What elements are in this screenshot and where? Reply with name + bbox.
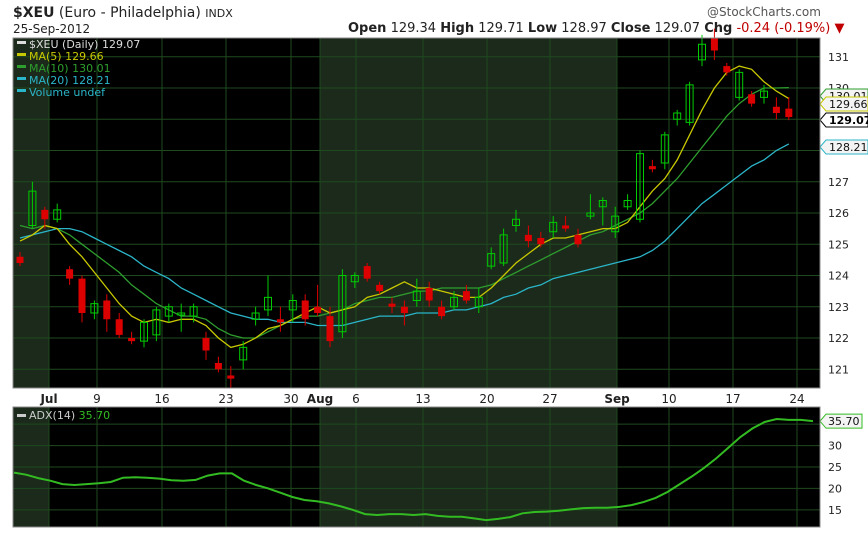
x-tick-label: 17 — [725, 392, 740, 406]
candle-body-down — [710, 38, 718, 51]
candle-body-down — [438, 306, 446, 317]
y-tick-label: 125 — [828, 238, 849, 251]
candle-body-down — [301, 300, 309, 320]
x-tick-label: 23 — [218, 392, 233, 406]
candle-body-down — [41, 209, 49, 220]
adx-legend: ADX(14) 35.70 — [29, 409, 110, 422]
x-tick-label: 20 — [479, 392, 494, 406]
adx-y-tick-label: 30 — [828, 440, 842, 453]
legend-swatch — [17, 414, 26, 417]
candle-body-down — [202, 338, 210, 351]
x-tick-label: 30 — [283, 392, 298, 406]
candle-body-down — [78, 278, 86, 313]
candle-body-down — [425, 288, 433, 301]
adx-legend-value: 35.70 — [79, 409, 111, 422]
candle-body-down — [227, 375, 235, 379]
y-tick-label: 121 — [828, 363, 849, 376]
candle-body-down — [562, 225, 570, 229]
y-tick-label: 123 — [828, 301, 849, 314]
value-tag-label: 128.21 — [829, 141, 868, 154]
y-tick-label: 126 — [828, 207, 849, 220]
y-tick-label: 127 — [828, 176, 849, 189]
candle-body-down — [400, 306, 408, 313]
candle-body-down — [115, 319, 123, 335]
y-tick-label: 122 — [828, 332, 849, 345]
legend-swatch — [17, 89, 26, 92]
candle-body-down — [723, 66, 731, 73]
candle-body-down — [363, 266, 371, 279]
candle-body-down — [214, 363, 222, 370]
candle-body-down — [785, 108, 793, 118]
adx-y-tick-label: 20 — [828, 482, 842, 495]
candle-body-down — [388, 303, 396, 307]
adx-y-tick-label: 15 — [828, 504, 842, 517]
candle-body-down — [103, 300, 111, 320]
x-tick-label: 13 — [415, 392, 430, 406]
legend-swatch — [17, 65, 26, 68]
candle-body-down — [574, 234, 582, 245]
candle-body-down — [748, 94, 756, 104]
candle-body-down — [128, 338, 136, 342]
candle-body-down — [537, 238, 545, 245]
x-tick-label: 10 — [661, 392, 676, 406]
x-tick-label: 27 — [542, 392, 557, 406]
x-tick-label: Sep — [604, 392, 630, 406]
adx-y-tick-label: 25 — [828, 461, 842, 474]
value-tag-label: 129.66 — [829, 98, 868, 111]
candle-body-down — [66, 269, 74, 279]
candle-body-down — [276, 319, 284, 323]
legend-swatch — [17, 41, 26, 44]
value-tag-label: 129.07 — [829, 114, 868, 127]
candle-body-down — [648, 166, 656, 170]
candle-body-down — [326, 316, 334, 342]
stock-chart: 1211221231241251261271281291301311520253… — [12, 28, 868, 528]
candle-body-down — [772, 106, 780, 113]
legend-entry: Volume undef — [29, 86, 106, 99]
x-tick-label: 24 — [789, 392, 804, 406]
x-tick-label: Jul — [39, 392, 57, 406]
y-tick-label: 124 — [828, 270, 849, 283]
x-tick-label: 9 — [93, 392, 101, 406]
candle-body-down — [314, 306, 322, 313]
candle-body-down — [376, 284, 384, 292]
adx-legend-label: ADX(14) — [29, 409, 79, 422]
x-tick-label: 16 — [154, 392, 169, 406]
legend-swatch — [17, 53, 26, 56]
x-tick-label: 6 — [352, 392, 360, 406]
adx-value-tag-label: 35.70 — [828, 415, 860, 428]
candle-body-down — [16, 256, 24, 263]
y-tick-label: 131 — [828, 51, 849, 64]
x-tick-label: Aug — [307, 392, 333, 406]
candle-body-down — [524, 234, 532, 242]
legend-swatch — [17, 77, 26, 80]
candle-body-down — [462, 291, 470, 301]
